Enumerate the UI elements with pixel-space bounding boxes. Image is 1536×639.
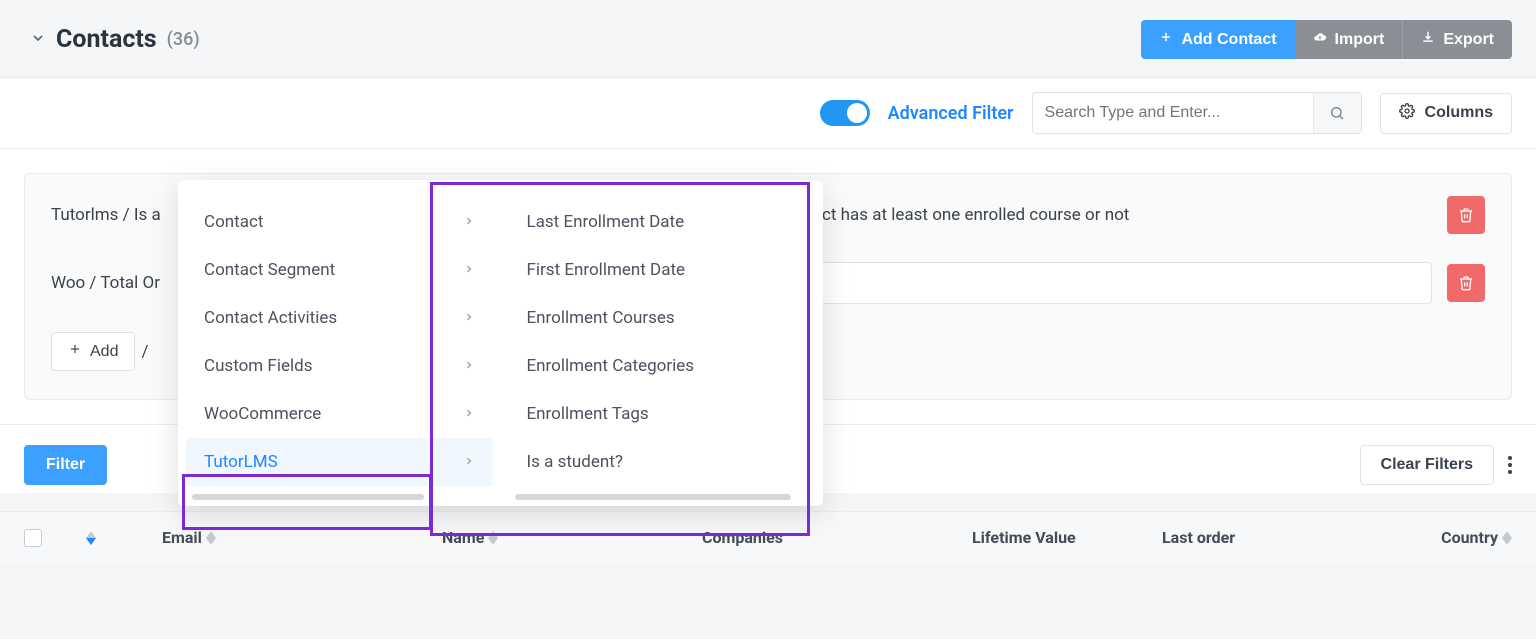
popover-category-label: Custom Fields [204, 356, 312, 376]
page-title: Contacts [56, 25, 157, 54]
popover-option-label: Last Enrollment Date [527, 212, 685, 232]
column-country[interactable]: Country [1402, 528, 1512, 547]
popover-option-label: Is a student? [527, 452, 623, 472]
gear-icon [1399, 103, 1415, 124]
column-last-order-label: Last order [1162, 528, 1235, 547]
cloud-upload-icon [1313, 30, 1327, 49]
popover-category-contact[interactable]: Contact [186, 198, 493, 246]
column-email[interactable]: Email [162, 528, 402, 547]
plus-icon [1159, 30, 1173, 49]
columns-button[interactable]: Columns [1380, 93, 1512, 134]
column-lifetime-value[interactable]: Lifetime Value [972, 528, 1122, 547]
popover-category-label: Contact Activities [204, 308, 337, 328]
popover-category-woocommerce[interactable]: WooCommerce [186, 390, 493, 438]
column-companies-label: Companies [702, 528, 783, 547]
popover-category-label: TutorLMS [204, 452, 278, 472]
popover-option-label: First Enrollment Date [527, 260, 686, 280]
popover-option-enrollment-tags[interactable]: Enrollment Tags [509, 390, 816, 438]
scrollbar[interactable] [515, 494, 791, 500]
table-header: Email Name Companies Lifetime Value Last… [0, 511, 1536, 563]
scrollbar[interactable] [192, 494, 424, 500]
chevron-right-icon [463, 404, 475, 424]
export-button[interactable]: Export [1402, 20, 1512, 59]
popover-option-label: Enrollment Categories [527, 356, 695, 376]
column-country-label: Country [1441, 528, 1498, 547]
search-input[interactable] [1033, 93, 1313, 133]
popover-category-contact-activities[interactable]: Contact Activities [186, 294, 493, 342]
column-name-label: Name [442, 528, 484, 547]
column-last-order[interactable]: Last order [1162, 528, 1362, 547]
more-options-button[interactable] [1508, 456, 1512, 474]
page-count: (36) [167, 29, 200, 50]
popover-category-label: WooCommerce [204, 404, 321, 424]
columns-label: Columns [1425, 104, 1493, 122]
filter-row-2-prefix: Woo / Total Or [51, 273, 160, 293]
download-icon [1421, 30, 1435, 49]
popover-category-custom-fields[interactable]: Custom Fields [186, 342, 493, 390]
export-label: Export [1443, 31, 1494, 49]
apply-filter-button[interactable]: Filter [24, 445, 107, 485]
add-filter-tail: / [141, 342, 148, 362]
add-contact-label: Add Contact [1181, 31, 1276, 49]
search-input-wrap[interactable] [1032, 92, 1362, 134]
sort-icon [1502, 531, 1512, 545]
filter-type-popover: Contact Contact Segment Contact Activities… [178, 180, 823, 506]
column-name[interactable]: Name [442, 528, 662, 547]
advanced-filter-label: Advanced Filter [888, 103, 1014, 124]
delete-filter-2-button[interactable] [1447, 264, 1485, 302]
chevron-right-icon [463, 452, 475, 472]
popover-option-is-a-student[interactable]: Is a student? [509, 438, 816, 486]
select-all-checkbox[interactable] [24, 529, 42, 547]
popover-option-first-enrollment-date[interactable]: First Enrollment Date [509, 246, 816, 294]
popover-category-contact-segment[interactable]: Contact Segment [186, 246, 493, 294]
chevron-right-icon [463, 308, 475, 328]
popover-option-enrollment-categories[interactable]: Enrollment Categories [509, 342, 816, 390]
advanced-filter-toggle[interactable] [820, 100, 870, 126]
import-label: Import [1335, 31, 1385, 49]
import-button[interactable]: Import [1295, 20, 1403, 59]
popover-category-label: Contact Segment [204, 260, 335, 280]
clear-filters-button[interactable]: Clear Filters [1360, 445, 1494, 485]
chevron-right-icon [463, 212, 475, 232]
popover-option-label: Enrollment Tags [527, 404, 649, 424]
sort-icon [488, 531, 498, 545]
popover-category-tutorlms[interactable]: TutorLMS [186, 438, 493, 486]
popover-option-last-enrollment-date[interactable]: Last Enrollment Date [509, 198, 816, 246]
filter-value-input[interactable] [812, 262, 1432, 304]
filter-row-1-suffix: act has at least one enrolled course or … [813, 205, 1130, 225]
chevron-right-icon [463, 356, 475, 376]
sort-icon [206, 531, 216, 545]
add-filter-label: Add [90, 343, 118, 361]
delete-filter-1-button[interactable] [1447, 196, 1485, 234]
filter-row-1-prefix: Tutorlms / Is a [51, 205, 161, 225]
column-companies[interactable]: Companies [702, 528, 932, 547]
popover-option-label: Enrollment Courses [527, 308, 675, 328]
chevron-right-icon [463, 260, 475, 280]
add-contact-button[interactable]: Add Contact [1141, 20, 1294, 59]
sort-indicator[interactable] [86, 531, 96, 545]
popover-option-enrollment-courses[interactable]: Enrollment Courses [509, 294, 816, 342]
search-icon[interactable] [1313, 93, 1361, 133]
column-email-label: Email [162, 528, 202, 547]
chevron-down-icon[interactable] [30, 30, 46, 50]
plus-icon [68, 342, 82, 361]
popover-category-label: Contact [204, 212, 263, 232]
column-lifetime-label: Lifetime Value [972, 528, 1076, 547]
add-filter-button[interactable]: Add [51, 332, 135, 371]
